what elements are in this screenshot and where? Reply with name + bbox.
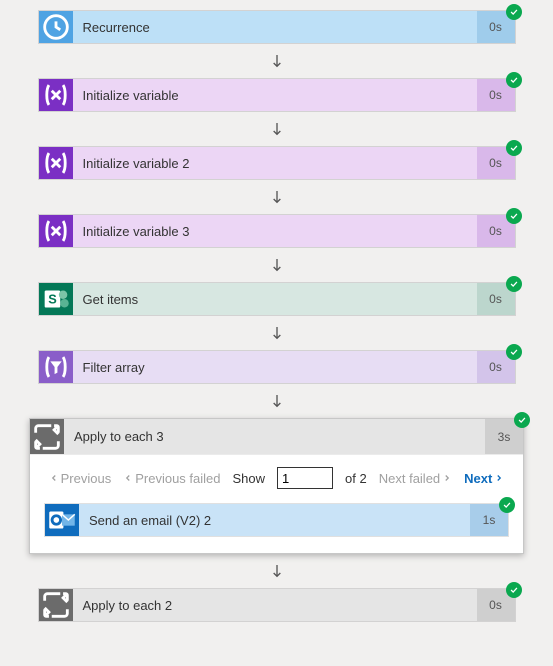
success-badge-icon [506,276,522,292]
step-get-items[interactable]: S Get items 0s [38,282,516,316]
step-apply-to-each-3-card: Apply to each 3 3s Previous Previous fai… [29,418,524,554]
pager-next[interactable]: Next [464,471,504,486]
step-title: Initialize variable 2 [73,147,477,179]
pager-previous-label: Previous [61,471,112,486]
arrow-down-icon [269,44,285,78]
pager-previous[interactable]: Previous [49,471,112,486]
success-badge-icon [506,344,522,360]
success-badge-icon [506,140,522,156]
step-filter-array[interactable]: Filter array 0s [38,350,516,384]
flow-run-diagram: Recurrence 0s Initialize variable 0s Ini… [0,10,553,622]
step-recurrence[interactable]: Recurrence 0s [38,10,516,44]
success-badge-icon [506,208,522,224]
step-initialize-variable-3[interactable]: Initialize variable 3 0s [38,214,516,248]
step-title: Initialize variable [73,79,477,111]
step-title: Get items [73,283,477,315]
step-apply-to-each-3-header[interactable]: Apply to each 3 3s [30,419,523,455]
pager-previous-failed-label: Previous failed [135,471,220,486]
svg-text:S: S [48,291,57,306]
pager-of: of 2 [345,471,367,486]
step-initialize-variable-2[interactable]: Initialize variable 2 0s [38,146,516,180]
clock-icon [39,11,73,43]
variable-icon [39,79,73,111]
step-apply-to-each-2[interactable]: Apply to each 2 0s [38,588,516,622]
step-title: Recurrence [73,11,477,43]
step-title: Send an email (V2) 2 [79,504,470,536]
chevron-right-icon [442,473,452,483]
arrow-down-icon [269,112,285,146]
step-title: Initialize variable 3 [73,215,477,247]
pager-next-failed-label: Next failed [379,471,440,486]
arrow-down-icon [269,554,285,588]
variable-icon [39,215,73,247]
variable-icon [39,147,73,179]
loop-inner: Send an email (V2) 2 1s [30,503,523,553]
step-title: Filter array [73,351,477,383]
arrow-down-icon [269,180,285,214]
arrow-down-icon [269,316,285,350]
arrow-down-icon [269,384,285,418]
loop-icon [39,589,73,621]
arrow-down-icon [269,248,285,282]
success-badge-icon [499,497,515,513]
chevron-left-icon [123,473,133,483]
pager-current-input[interactable] [277,467,333,489]
outlook-icon [45,504,79,536]
step-title: Apply to each 2 [73,589,477,621]
loop-pager: Previous Previous failed Show of 2 Next … [30,455,523,503]
filter-icon [39,351,73,383]
step-send-email[interactable]: Send an email (V2) 2 1s [44,503,509,537]
pager-next-failed[interactable]: Next failed [379,471,452,486]
success-badge-icon [506,4,522,20]
pager-show-label: Show [233,471,266,486]
pager-next-label: Next [464,471,492,486]
success-badge-icon [506,72,522,88]
pager-previous-failed[interactable]: Previous failed [123,471,220,486]
step-title: Apply to each 3 [64,419,485,454]
sharepoint-icon: S [39,283,73,315]
success-badge-icon [514,412,530,428]
step-initialize-variable[interactable]: Initialize variable 0s [38,78,516,112]
chevron-left-icon [49,473,59,483]
success-badge-icon [506,582,522,598]
loop-icon [30,419,64,454]
chevron-right-icon [494,473,504,483]
